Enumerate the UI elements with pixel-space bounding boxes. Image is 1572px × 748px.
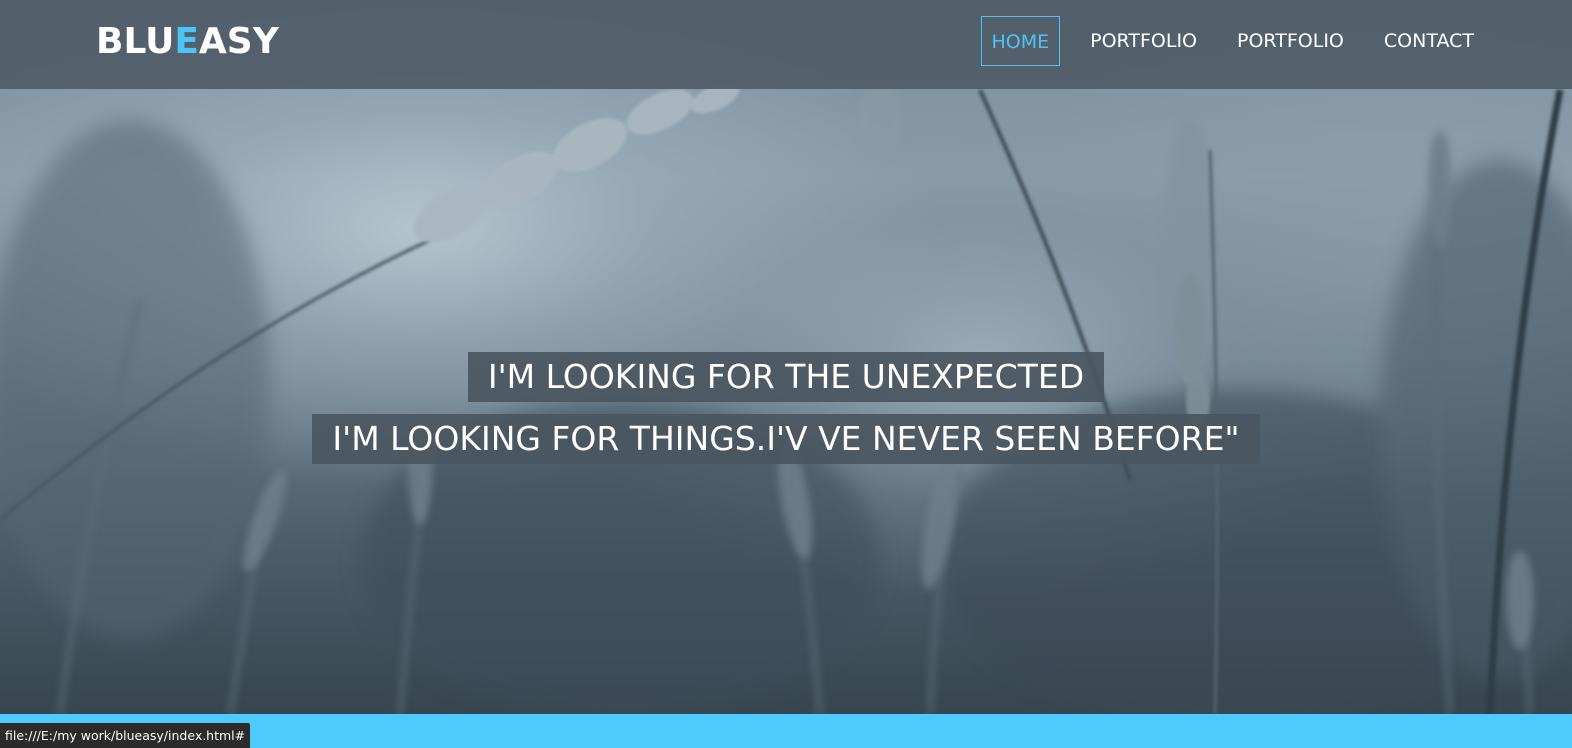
page: BLUEASY HOME PORTFOLIO PORTFOLIO CONTACT… (0, 0, 1572, 748)
hero-headline-1-text: I'M LOOKING FOR THE UNEXPECTED (467, 352, 1105, 402)
logo-text-accent: E (174, 21, 199, 62)
top-navbar: BLUEASY HOME PORTFOLIO PORTFOLIO CONTACT (0, 0, 1572, 89)
logo-text-part2: ASY (198, 21, 279, 62)
hero-headline-2: I'M LOOKING FOR THINGS.I'V VE NEVER SEEN… (0, 414, 1572, 464)
hero-headline-1: I'M LOOKING FOR THE UNEXPECTED (0, 352, 1572, 402)
brand-logo[interactable]: BLUEASY (96, 20, 279, 64)
nav-item-portfolio-2[interactable]: PORTFOLIO (1227, 16, 1354, 66)
nav-item-home[interactable]: HOME (980, 16, 1061, 66)
logo-text-part1: BLU (96, 21, 175, 62)
nav-item-contact[interactable]: CONTACT (1374, 16, 1484, 66)
nav-item-portfolio[interactable]: PORTFOLIO (1080, 16, 1207, 66)
main-nav: HOME PORTFOLIO PORTFOLIO CONTACT (980, 16, 1485, 66)
hero-headline-2-text: I'M LOOKING FOR THINGS.I'V VE NEVER SEEN… (312, 414, 1260, 464)
browser-status-url: file:///E:/my work/blueasy/index.html# (0, 723, 251, 748)
